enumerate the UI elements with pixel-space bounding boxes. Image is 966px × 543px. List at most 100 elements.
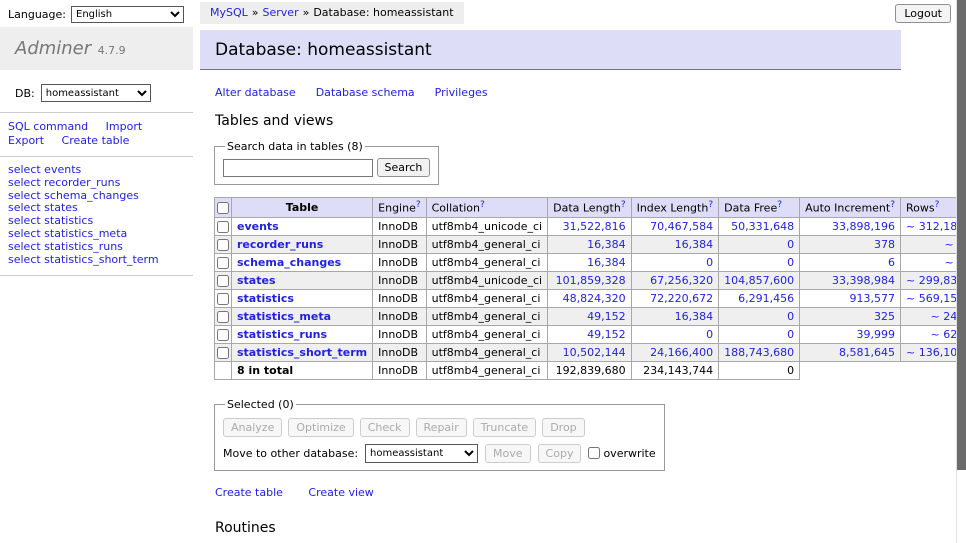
data-free-link[interactable]: 0 [787,328,794,341]
index-length-link[interactable]: 16,384 [675,310,714,323]
auto-increment-link[interactable]: 913,577 [850,292,896,305]
row-select-checkbox[interactable] [217,239,229,251]
row-select-cell [215,289,232,307]
logout-button[interactable]: Logout [895,4,951,23]
sidebar-sql-command-link[interactable]: SQL command [8,120,88,133]
auto-increment-link[interactable]: 33,398,984 [832,274,895,287]
help-link[interactable]: ? [708,200,713,210]
sidebar-select-table-link[interactable]: select recorder_runs [8,177,193,190]
index-length-link[interactable]: 0 [706,256,713,269]
breadcrumb-link[interactable]: Server [263,6,299,19]
copy-button[interactable]: Copy [538,444,582,463]
sidebar-select-table-link[interactable]: select events [8,164,193,177]
data-free-link[interactable]: 0 [787,256,794,269]
table-name-link[interactable]: statistics [237,292,294,305]
row-select-checkbox[interactable] [217,311,229,323]
index-length-link[interactable]: 70,467,584 [650,220,713,233]
data-length-link[interactable]: 101,859,328 [556,274,626,287]
sidebar-export-link[interactable]: Export [8,134,44,147]
table-name-cell: statistics_meta [232,307,373,325]
auto-increment-link[interactable]: 6 [888,256,895,269]
scrollbar-thumb[interactable] [957,0,966,470]
db-select[interactable]: homeassistant [41,84,151,102]
drop-button[interactable]: Drop [542,418,584,437]
data-free-link[interactable]: 50,331,648 [731,220,794,233]
help-link[interactable]: ? [935,200,940,210]
data-length-link[interactable]: 49,152 [587,310,626,323]
row-select-checkbox[interactable] [217,221,229,233]
row-select-checkbox[interactable] [217,257,229,269]
table-name-link[interactable]: states [237,274,276,287]
data-length-cell: 16,384 [548,235,631,253]
sidebar-create-table-link[interactable]: Create table [62,134,130,147]
data-length-link[interactable]: 49,152 [587,328,626,341]
data-free-link[interactable]: 188,743,680 [724,346,794,359]
check-button[interactable]: Check [360,418,410,437]
auto-increment-link[interactable]: 39,999 [857,328,896,341]
engine-cell: InnoDB [373,289,426,307]
sidebar-select-table-link[interactable]: select statistics_meta [8,228,193,241]
index-length-link[interactable]: 24,166,400 [650,346,713,359]
sidebar: Adminer 4.7.9 DB: homeassistant SQL comm… [0,27,193,276]
table-name-link[interactable]: events [237,220,279,233]
data-free-link[interactable]: 0 [787,238,794,251]
move-button[interactable]: Move [485,444,531,463]
data-length-cell: 49,152 [548,325,631,343]
database-action-link[interactable]: Alter database [215,86,296,99]
index-length-cell: 16,384 [631,307,719,325]
data-length-link[interactable]: 48,824,320 [563,292,626,305]
row-select-checkbox[interactable] [217,347,229,359]
analyze-button[interactable]: Analyze [223,418,282,437]
data-length-link[interactable]: 16,384 [587,256,626,269]
table-name-link[interactable]: statistics_meta [237,310,331,323]
auto-increment-link[interactable]: 33,898,196 [832,220,895,233]
data-length-link[interactable]: 16,384 [587,238,626,251]
help-link[interactable]: ? [480,200,485,210]
data-free-link[interactable]: 104,857,600 [724,274,794,287]
move-db-select[interactable]: homeassistant [365,444,478,463]
table-name-link[interactable]: schema_changes [237,256,341,269]
index-length-link[interactable]: 67,256,320 [650,274,713,287]
search-input[interactable] [223,159,373,177]
search-button[interactable]: Search [377,158,431,177]
language-select[interactable]: English [71,6,184,23]
auto-increment-link[interactable]: 325 [874,310,895,323]
data-free-link[interactable]: 0 [787,310,794,323]
create-view-link[interactable]: Create view [308,486,373,499]
data-free-link[interactable]: 6,291,456 [738,292,794,305]
truncate-button[interactable]: Truncate [473,418,536,437]
index-length-link[interactable]: 0 [706,328,713,341]
database-action-link[interactable]: Privileges [435,86,488,99]
table-row: schema_changesInnoDButf8mb4_general_ci16… [215,253,966,271]
table-name-link[interactable]: recorder_runs [237,238,323,251]
sidebar-select-table-link[interactable]: select statistics_runs [8,241,193,254]
optimize-button[interactable]: Optimize [288,418,353,437]
help-link[interactable]: ? [621,200,626,210]
auto-increment-link[interactable]: 378 [874,238,895,251]
row-select-checkbox[interactable] [217,329,229,341]
breadcrumb-link[interactable]: MySQL [210,6,248,19]
engine-cell: InnoDB [373,253,426,271]
table-row: statesInnoDButf8mb4_unicode_ci101,859,32… [215,271,966,289]
help-link[interactable]: ? [416,200,421,210]
database-action-link[interactable]: Database schema [316,86,415,99]
table-name-link[interactable]: statistics_runs [237,328,327,341]
data-length-link[interactable]: 10,502,144 [563,346,626,359]
row-select-checkbox[interactable] [217,293,229,305]
create-table-link[interactable]: Create table [215,486,283,499]
repair-button[interactable]: Repair [416,418,467,437]
auto-increment-link[interactable]: 8,581,645 [839,346,895,359]
help-link[interactable]: ? [777,200,782,210]
row-select-checkbox[interactable] [217,275,229,287]
vertical-scrollbar[interactable] [956,0,966,543]
table-name-link[interactable]: statistics_short_term [237,346,367,359]
sidebar-import-link[interactable]: Import [106,120,143,133]
index-length-link[interactable]: 16,384 [675,238,714,251]
index-length-link[interactable]: 72,220,672 [650,292,713,305]
total-label-cell: 8 in total [232,361,373,379]
data-length-link[interactable]: 31,522,816 [563,220,626,233]
overwrite-checkbox[interactable] [588,447,600,459]
select-all-checkbox[interactable] [217,202,229,214]
sidebar-select-table-link[interactable]: select statistics_short_term [8,254,193,267]
help-link[interactable]: ? [890,200,895,210]
